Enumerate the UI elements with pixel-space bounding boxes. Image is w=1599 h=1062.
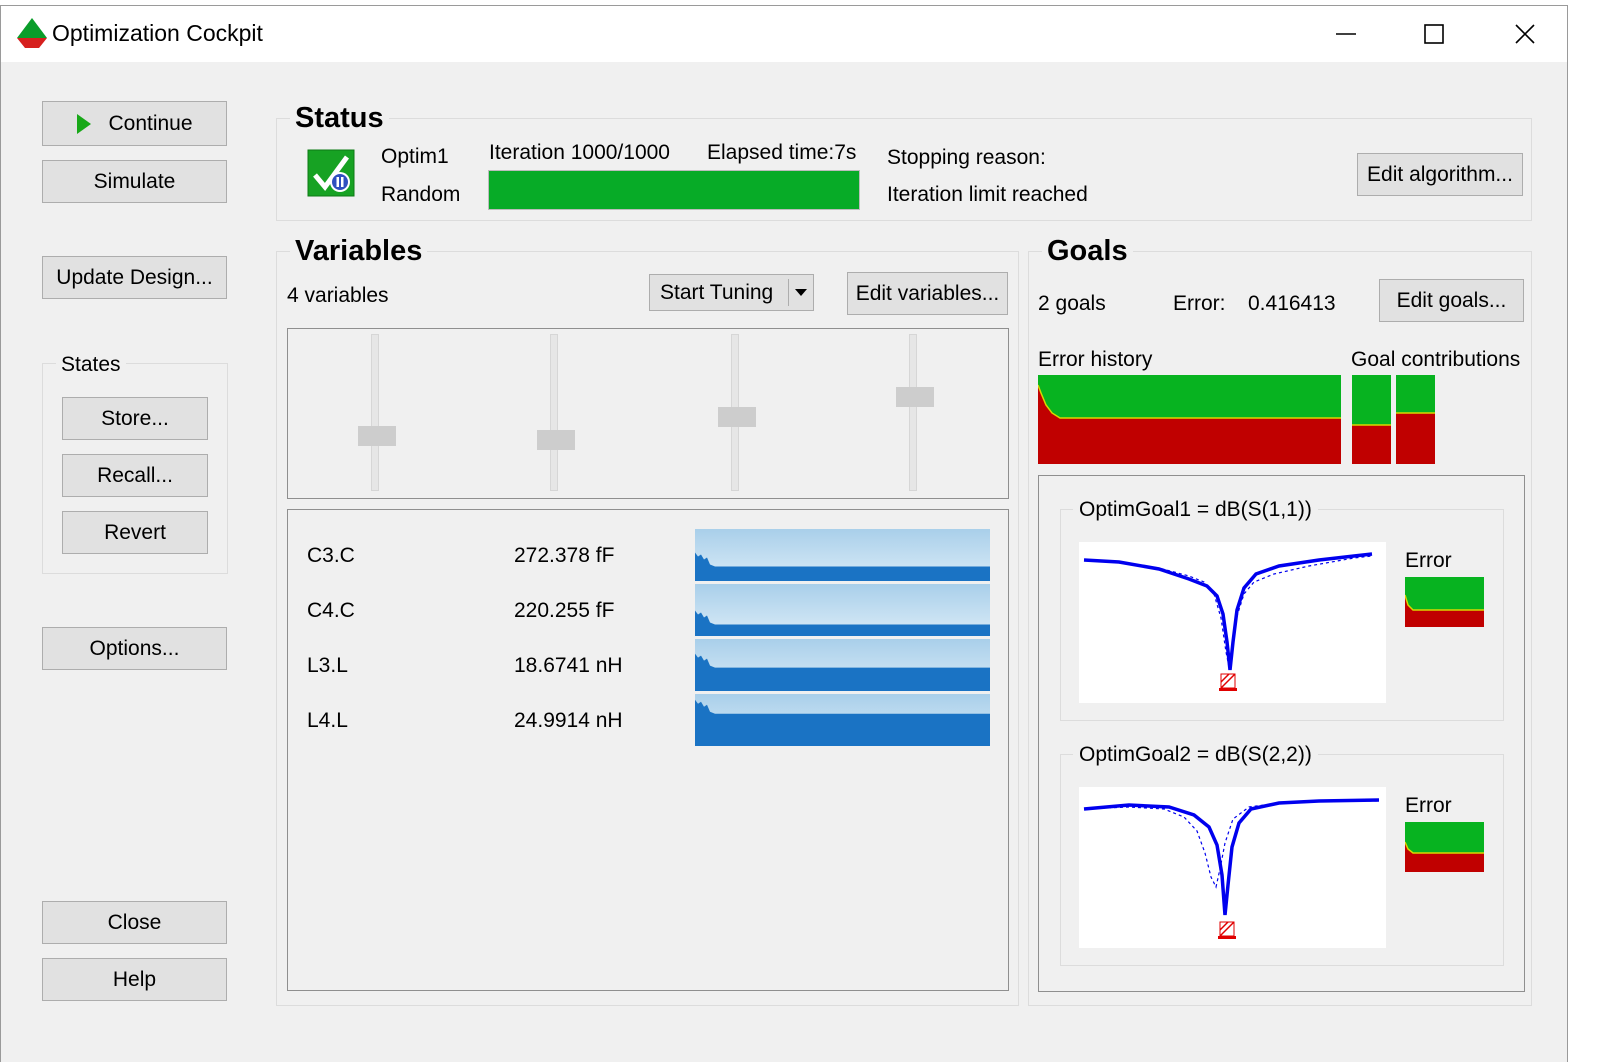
iteration-text: Iteration 1000/1000 xyxy=(489,141,670,164)
continue-button-label: Continue xyxy=(108,111,193,135)
edit-variables-button[interactable]: Edit variables... xyxy=(847,272,1008,315)
store-button[interactable]: Store... xyxy=(62,397,208,440)
slider-thumb-c4[interactable] xyxy=(537,429,575,450)
slider-thumb-l4[interactable] xyxy=(896,387,934,408)
title-bar: Optimization Cockpit xyxy=(1,6,1567,62)
variable-history-l3 xyxy=(695,639,990,691)
window-title: Optimization Cockpit xyxy=(52,20,263,46)
goal1-label: OptimGoal1 = dB(S(1,1)) xyxy=(1073,498,1318,522)
simulate-button[interactable]: Simulate xyxy=(42,160,227,203)
variable-name-l3: L3.L xyxy=(307,654,348,677)
help-button[interactable]: Help xyxy=(42,958,227,1001)
variable-name-l4: L4.L xyxy=(307,709,348,732)
variable-value-c3: 272.378 fF xyxy=(514,544,615,567)
status-title: Status xyxy=(290,102,389,135)
slider-track-c4 xyxy=(550,334,558,491)
progress-fill xyxy=(489,171,859,209)
variable-history-c4 xyxy=(695,584,990,636)
optim-algorithm: Random xyxy=(381,183,461,206)
minimize-icon xyxy=(1336,33,1356,35)
split-divider xyxy=(788,279,789,306)
slider-track-c3 xyxy=(371,334,379,491)
goal-contributions-chart xyxy=(1352,375,1435,464)
goal2-plot xyxy=(1079,787,1386,948)
maximize-button[interactable] xyxy=(1409,14,1459,54)
edit-goals-button[interactable]: Edit goals... xyxy=(1379,279,1524,322)
stopping-reason: Iteration limit reached xyxy=(887,183,1088,206)
progress-bar xyxy=(488,170,860,210)
app-window: Optimization Cockpit Continue Simulate U… xyxy=(0,5,1568,1062)
elapsed-time: Elapsed time:7s xyxy=(707,141,857,164)
app-logo-icon xyxy=(17,18,47,48)
close-window-button[interactable] xyxy=(1500,14,1550,54)
variable-history-c3 xyxy=(695,529,990,581)
continue-button[interactable]: Continue xyxy=(42,101,227,146)
goal2-error-chart xyxy=(1405,822,1484,872)
goal-contributions-label: Goal contributions xyxy=(1351,348,1521,371)
variables-list-panel: C3.C 272.378 fF C4.C 220.255 fF L3.L 18.… xyxy=(287,509,1009,991)
variable-name-c3: C3.C xyxy=(307,544,355,567)
variable-history-l4 xyxy=(695,694,990,746)
goal2-label: OptimGoal2 = dB(S(2,2)) xyxy=(1073,743,1318,767)
play-icon xyxy=(77,113,92,134)
slider-thumb-l3[interactable] xyxy=(718,406,756,427)
goal2-error-label: Error xyxy=(1405,794,1452,817)
error-value: 0.416413 xyxy=(1248,292,1336,315)
slider-track-l4 xyxy=(909,334,917,491)
stopping-label: Stopping reason: xyxy=(887,146,1046,169)
dropdown-arrow-icon[interactable] xyxy=(794,288,808,297)
variable-value-l3: 18.6741 nH xyxy=(514,654,623,677)
optim-running-icon xyxy=(307,149,355,197)
goals-count: 2 goals xyxy=(1038,292,1106,315)
goals-title: Goals xyxy=(1042,235,1133,268)
variable-name-c4: C4.C xyxy=(307,599,355,622)
variable-value-c4: 220.255 fF xyxy=(514,599,615,622)
maximize-icon xyxy=(1424,24,1444,44)
variables-title: Variables xyxy=(290,235,428,268)
slider-thumb-c3[interactable] xyxy=(358,425,396,446)
goal1-error-label: Error xyxy=(1405,549,1452,572)
states-title: States xyxy=(56,353,126,377)
error-label: Error: xyxy=(1173,292,1226,315)
close-button[interactable]: Close xyxy=(42,901,227,944)
recall-button[interactable]: Recall... xyxy=(62,454,208,497)
optim-name: Optim1 xyxy=(381,145,449,168)
variables-count: 4 variables xyxy=(287,284,389,307)
start-tuning-label: Start Tuning xyxy=(660,280,774,304)
error-history-chart xyxy=(1038,375,1341,464)
variable-value-l4: 24.9914 nH xyxy=(514,709,623,732)
error-history-label: Error history xyxy=(1038,348,1153,371)
goal1-plot xyxy=(1079,542,1386,703)
update-design-button[interactable]: Update Design... xyxy=(42,256,227,299)
goal1-error-chart xyxy=(1405,577,1484,627)
close-icon xyxy=(1515,24,1535,44)
minimize-button[interactable] xyxy=(1321,14,1371,54)
start-tuning-button[interactable]: Start Tuning xyxy=(649,274,814,311)
revert-button[interactable]: Revert xyxy=(62,511,208,554)
variable-sliders-panel xyxy=(287,328,1009,499)
edit-algorithm-button[interactable]: Edit algorithm... xyxy=(1357,153,1523,196)
options-button[interactable]: Options... xyxy=(42,627,227,670)
